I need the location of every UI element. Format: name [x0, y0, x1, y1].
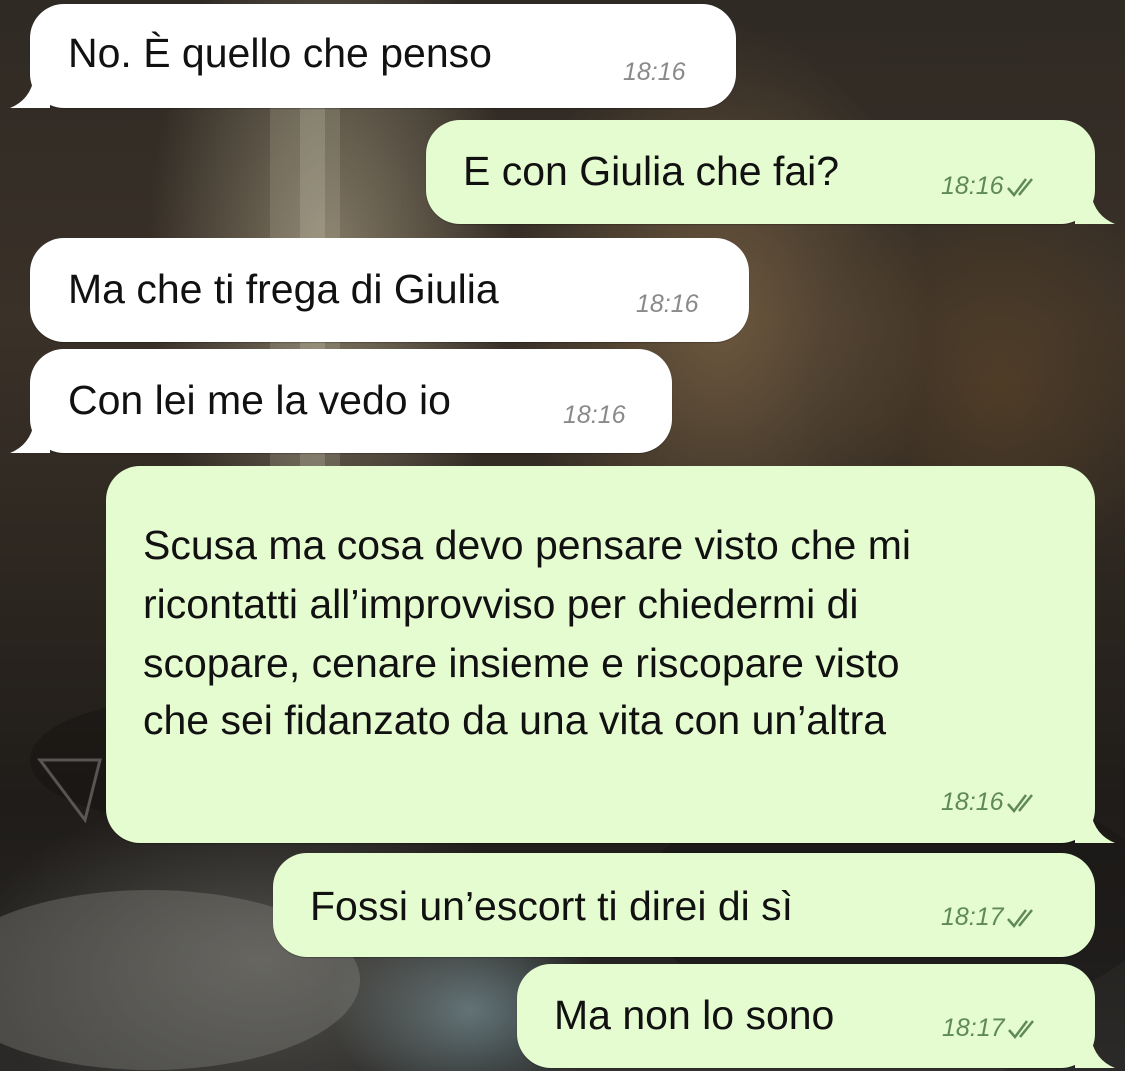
- bubble-tail: [10, 78, 50, 108]
- read-double-check-icon: [1006, 793, 1033, 813]
- message-meta: 18:16: [941, 172, 1044, 201]
- message-bubble-outgoing[interactable]: Ma non lo sono 18:17: [517, 964, 1115, 1068]
- message-text-line: che sei fidanzato da una vita con un’alt…: [143, 697, 887, 743]
- message-bubble-incoming[interactable]: No. È quello che penso 18:16: [10, 4, 736, 108]
- message-time: 18:17: [942, 1014, 1005, 1042]
- message-text: No. È quello che penso: [68, 30, 492, 76]
- message-text-line: ricontatti all’improvviso per chiedermi …: [143, 581, 859, 627]
- message-time: 18:16: [941, 788, 1004, 816]
- read-double-check-icon: [1006, 177, 1033, 197]
- bubble-tail: [1075, 194, 1115, 224]
- message-time: 18:16: [941, 172, 1004, 200]
- message-text: E con Giulia che fai?: [463, 148, 840, 194]
- message-text: Ma non lo sono: [554, 992, 835, 1038]
- read-double-check-icon: [1007, 1019, 1034, 1039]
- message-bubble-incoming[interactable]: Ma che ti frega di Giulia 18:16: [30, 238, 749, 342]
- bubble-tail: [1075, 813, 1115, 843]
- message-bubble-incoming[interactable]: Con lei me la vedo io 18:16: [10, 349, 672, 453]
- message-text-line: scopare, cenare insieme e riscopare vist…: [143, 640, 900, 686]
- message-meta: 18:17: [942, 1014, 1045, 1043]
- bubble-tail: [10, 423, 50, 453]
- message-text-line: Scusa ma cosa devo pensare visto che mi: [143, 522, 911, 568]
- message-text: Fossi un’escort ti direi di sì: [310, 883, 794, 929]
- message-meta: 18:17: [941, 903, 1044, 932]
- message-time: 18:16: [563, 401, 626, 429]
- message-bubble-outgoing[interactable]: E con Giulia che fai? 18:16: [426, 120, 1115, 224]
- message-text: Ma che ti frega di Giulia: [68, 266, 499, 312]
- message-text: Con lei me la vedo io: [68, 377, 451, 423]
- message-bubble-outgoing[interactable]: Scusa ma cosa devo pensare visto che mi …: [106, 466, 1115, 843]
- message-list[interactable]: No. È quello che penso 18:16 E con Giuli…: [0, 0, 1125, 1071]
- message-meta: 18:16: [941, 788, 1044, 817]
- message-time: 18:17: [941, 903, 1004, 931]
- message-bubble-outgoing[interactable]: Fossi un’escort ti direi di sì 18:17: [273, 853, 1095, 957]
- bubble-tail: [1075, 1038, 1115, 1068]
- message-time: 18:16: [623, 58, 686, 86]
- read-double-check-icon: [1006, 908, 1033, 928]
- message-time: 18:16: [636, 290, 699, 318]
